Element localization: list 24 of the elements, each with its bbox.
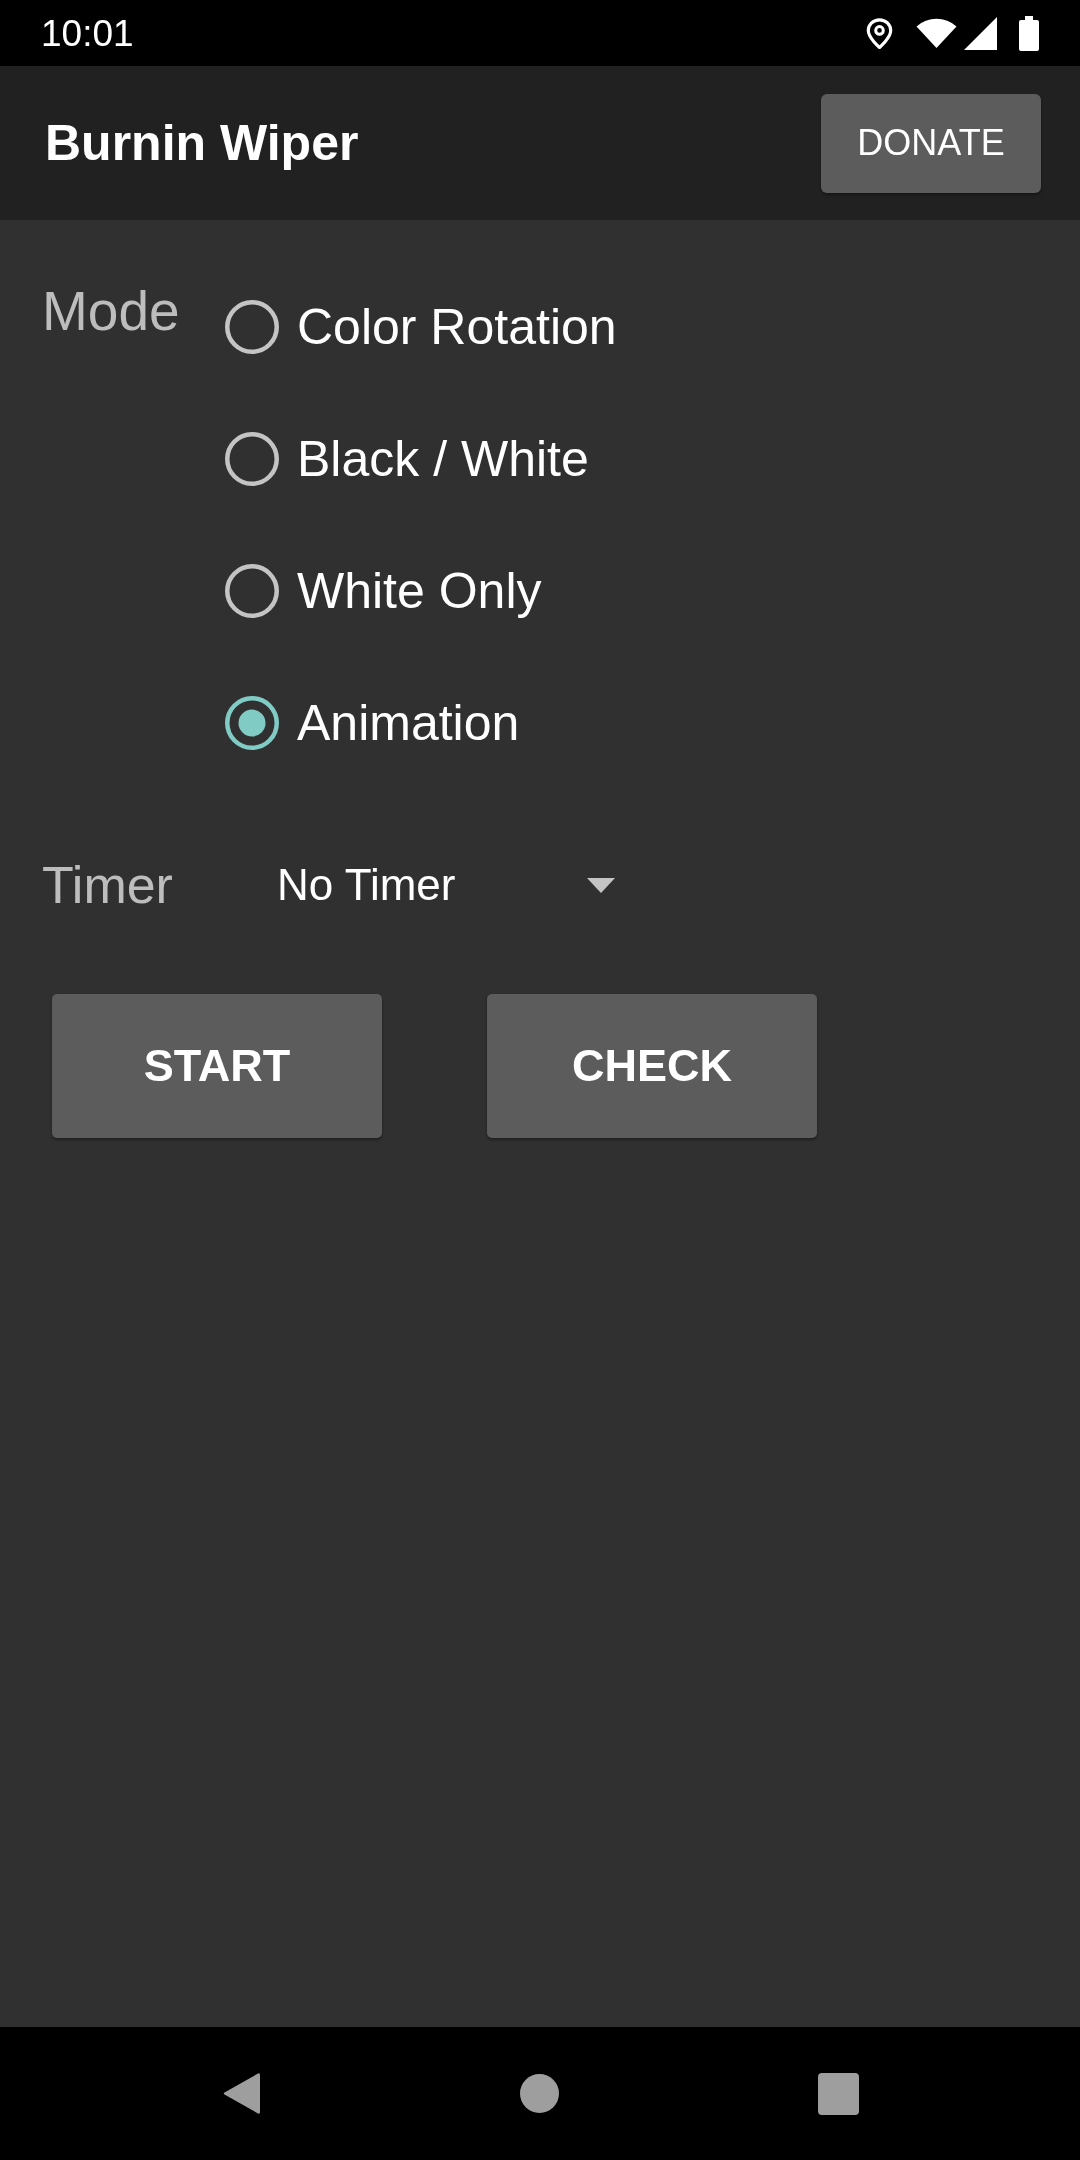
app-title: Burnin Wiper [45,114,359,172]
recents-icon[interactable] [817,2072,859,2115]
back-icon[interactable] [221,2071,261,2116]
battery-icon [1019,15,1039,51]
radio-button-icon[interactable] [225,300,279,354]
status-time: 10:01 [41,14,134,52]
home-icon[interactable] [519,2074,559,2113]
mode-radio-option[interactable]: White Only [225,525,617,657]
timer-label: Timer [42,855,174,915]
start-button[interactable]: START [52,994,382,1138]
mode-label: Mode [42,279,181,343]
location-pin-icon [866,17,893,49]
donate-button[interactable]: DONATE [821,93,1041,193]
wifi-icon [916,18,957,48]
radio-button-icon[interactable] [225,432,279,486]
check-button[interactable]: CHECK [487,994,817,1138]
radio-button-icon[interactable] [225,696,279,750]
caret-icon [587,877,615,893]
timer-dropdown[interactable]: No Timer [262,835,635,935]
radio-button-icon[interactable] [225,564,279,618]
mode-radio-option[interactable]: Animation [225,657,617,789]
mode-radio-option[interactable]: Black / White [225,393,617,525]
mode-radio-option[interactable]: Color Rotation [225,261,617,393]
signal-icon [964,16,997,50]
